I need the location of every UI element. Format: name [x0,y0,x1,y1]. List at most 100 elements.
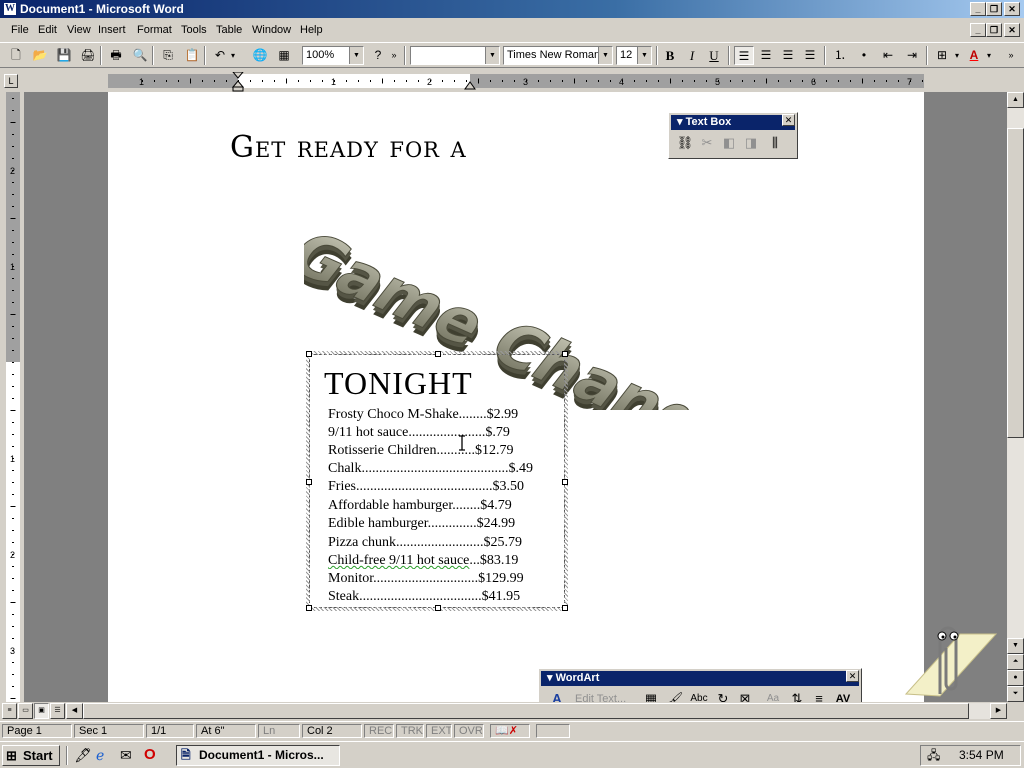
undo-icon[interactable]: ↶ [210,46,230,65]
create-link-icon[interactable]: ⛓ [675,133,695,153]
resize-handle[interactable] [562,479,568,485]
bullets-icon[interactable]: • [854,46,874,65]
borders-icon[interactable]: ⊞ [932,46,952,65]
more-buttons-icon[interactable]: » [388,46,400,65]
resize-handle[interactable] [435,605,441,611]
web-layout-view-icon[interactable]: ▭ [18,703,33,719]
status-column[interactable]: Col 2 [302,724,362,738]
close-icon[interactable]: ✕ [782,114,795,126]
word-app-icon[interactable]: W [3,2,17,16]
wordart-toolbar-header[interactable]: ▾ WordArt [541,671,859,686]
horizontal-scroll-thumb[interactable] [83,703,969,719]
resize-handle[interactable] [306,605,312,611]
scroll-left-icon[interactable]: ◀ [66,703,83,719]
status-rec[interactable]: REC [364,724,394,738]
resize-handle[interactable] [562,351,568,357]
doc-close-button[interactable]: ✕ [1004,23,1020,37]
menu-insert[interactable]: Insert [98,24,126,36]
chevron-down-icon[interactable]: ▼ [598,47,612,64]
indent-marker-icon[interactable] [232,72,244,92]
align-center-icon[interactable]: ☰ [756,46,776,65]
tonight-text-box[interactable]: TONIGHT Frosty Choco M-Shake........$2.9… [306,351,568,611]
borders-dropdown-icon[interactable]: ▾ [952,46,962,65]
next-page-icon[interactable]: ⏷ [1007,686,1024,702]
undo-dropdown-icon[interactable]: ▾ [228,46,238,65]
paste-icon[interactable]: 📋 [182,46,202,65]
tab-stop-selector-icon[interactable]: L [4,74,18,88]
select-browse-object-icon[interactable]: ● [1007,670,1024,686]
italic-icon[interactable]: I [682,46,702,65]
print-icon[interactable]: 🖨 [78,46,98,65]
previous-text-box-icon[interactable]: ◧ [719,133,739,153]
right-indent-marker-icon[interactable] [464,80,476,90]
outlook-icon[interactable]: ✉ [120,747,132,764]
horizontal-ruler[interactable]: L 1 1 2 3 4 5 6 7 [0,70,1024,92]
underline-icon[interactable]: U [704,46,724,65]
headline-text[interactable]: Get ready for a [230,130,467,165]
scroll-right-icon[interactable]: ▶ [990,703,1007,719]
font-combo[interactable]: Times New Roman ▼ [503,46,613,65]
menu-edit[interactable]: Edit [38,24,57,36]
status-ovr[interactable]: OVR [454,724,484,738]
resize-handle[interactable] [562,605,568,611]
opera-icon[interactable]: O [144,746,156,763]
status-page[interactable]: Page 1 [2,724,72,738]
menu-format[interactable]: Format [137,24,172,36]
menu-table[interactable]: Table [216,24,242,36]
spelling-status-icon[interactable]: 📖✗ [490,724,530,738]
text-box-toolbar-header[interactable]: ▾ Text Box [671,115,795,130]
save-icon[interactable]: 💾 [54,46,74,65]
status-trk[interactable]: TRK [396,724,424,738]
vertical-scrollbar[interactable]: ▲ ▼ ⏶ ● ⏷ [1007,92,1024,702]
align-left-icon[interactable]: ☰ [734,46,754,65]
zoom-combo[interactable]: 100% ▼ [302,46,364,65]
previous-page-icon[interactable]: ⏶ [1007,654,1024,670]
show-desktop-icon[interactable]: 🖋 [74,747,92,764]
align-right-icon[interactable]: ☰ [778,46,798,65]
more-buttons-icon-2[interactable]: » [1004,46,1018,65]
status-at[interactable]: At 6" [196,724,256,738]
minimize-button[interactable]: _ [970,2,986,16]
chevron-down-icon[interactable]: ▼ [349,47,363,64]
print-layout-view-icon[interactable]: ▣ [34,703,49,719]
resize-handle[interactable] [306,351,312,357]
resize-handle[interactable] [435,351,441,357]
menu-file[interactable]: File [11,24,29,36]
next-text-box-icon[interactable]: ◨ [741,133,761,153]
justify-icon[interactable]: ☰ [800,46,820,65]
tables-icon[interactable]: ▦ [274,46,294,65]
status-section[interactable]: Sec 1 [74,724,144,738]
close-button[interactable]: ✕ [1004,2,1020,16]
taskbar-word-button[interactable]: 🗎 Document1 - Micros... [176,745,340,766]
status-ext[interactable]: EXT [426,724,452,738]
chevron-down-icon[interactable]: ▼ [637,47,651,64]
close-icon[interactable]: ✕ [846,670,859,682]
print-preview-icon[interactable]: 🖶 [106,46,126,65]
style-combo[interactable]: ▼ [410,46,500,65]
menu-tools[interactable]: Tools [181,24,207,36]
open-folder-icon[interactable]: 📂 [30,46,50,65]
break-link-icon[interactable]: ✂ [697,133,717,153]
normal-view-icon[interactable]: ≡ [2,703,17,719]
resize-handle[interactable] [306,479,312,485]
web-hyperlink-icon[interactable]: 🌐 [250,46,270,65]
scroll-down-icon[interactable]: ▼ [1007,638,1024,654]
change-text-direction-icon[interactable]: ⫼ [765,133,785,153]
font-size-combo[interactable]: 12 ▼ [616,46,652,65]
help-icon[interactable]: ? [368,46,388,65]
outline-view-icon[interactable]: ☰ [50,703,65,719]
numbering-icon[interactable]: ⒈ [830,46,850,65]
increase-indent-icon[interactable]: ⇥ [902,46,922,65]
network-icon[interactable]: 🖧 [927,746,940,765]
doc-restore-button[interactable]: ❐ [986,23,1002,37]
menu-window[interactable]: Window [252,24,291,36]
scroll-up-icon[interactable]: ▲ [1007,92,1024,108]
vertical-ruler[interactable]: 2 1 1 2 3 [0,92,24,702]
text-box-toolbar[interactable]: ▾ Text Box ✕ ⛓ ✂ ◧ ◨ ⫼ [668,112,798,159]
spelling-icon[interactable]: 🔍 [130,46,150,65]
scroll-thumb[interactable] [1007,128,1024,438]
font-color-dropdown-icon[interactable]: ▾ [984,46,994,65]
restore-button[interactable]: ❐ [986,2,1002,16]
status-line[interactable]: Ln [258,724,300,738]
new-document-icon[interactable]: 🗋 [6,46,26,65]
